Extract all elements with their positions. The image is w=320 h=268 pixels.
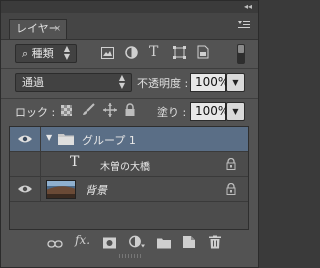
fill-dropdown-button[interactable]: ▼ [226,102,245,121]
opacity-dropdown-button[interactable]: ▼ [226,73,245,92]
eye-column-divider [40,177,41,202]
type-filter-icon[interactable]: T [149,44,158,60]
fill-field[interactable]: 100% [190,102,229,121]
opacity-label: 不透明度 : [137,77,189,90]
divider [1,68,258,69]
panel-titlebar: ◂◂ [1,1,258,13]
updown-icon: ▲ ▼ [118,73,125,90]
add-mask-icon[interactable] [103,235,116,251]
layer-style-fx-button[interactable]: fx. [75,233,90,249]
disclosure-triangle-icon[interactable]: ▼ [46,133,52,142]
blend-row: 通過 ▲ ▼ 不透明度 : 100% ▼ [1,73,258,95]
visibility-eye-icon[interactable] [18,134,32,144]
lock-image-pixels-icon[interactable] [81,103,95,117]
layer-name: グループ 1 [82,134,136,147]
search-icon: ⌕ [22,47,29,60]
lock-transparent-pixels-icon[interactable] [61,105,72,116]
blend-mode-value: 通過 [22,76,44,89]
new-layer-icon[interactable] [183,234,195,250]
filter-kind-select[interactable]: ⌕ 種類 ▲ ▼ [15,44,77,63]
updown-icon: ▲ ▼ [63,44,70,61]
new-group-icon[interactable] [157,235,171,251]
layers-panel: ◂◂ レイヤー × ⌕ 種類 ▲ ▼ T 通過 ▲ ▼ 不透明度: 100% … [0,0,259,268]
lock-position-icon[interactable] [103,103,117,117]
collapse-icon[interactable]: ◂◂ [244,1,252,13]
text-layer-icon: T [70,154,80,170]
lock-icon [226,183,236,195]
tab-bar: レイヤー × [1,13,258,40]
divider [1,98,258,99]
filter-row: ⌕ 種類 ▲ ▼ T [1,44,258,66]
layer-thumbnail [46,180,76,199]
folder-icon [58,134,74,145]
layers-list: ▼ グループ 1 T 木曽の大橋 背景 [9,126,249,230]
adjustment-layer-icon[interactable] [129,234,145,250]
lock-all-icon[interactable] [125,103,135,117]
opacity-field[interactable]: 100% [190,73,229,92]
trash-icon[interactable] [209,234,221,250]
blend-mode-select[interactable]: 通過 ▲ ▼ [15,73,132,92]
layer-name: 木曽の大橋 [100,162,150,173]
smart-object-filter-icon[interactable] [197,45,209,59]
link-layers-icon[interactable] [47,236,63,252]
visibility-eye-icon[interactable] [18,184,32,194]
layer-row-background[interactable]: 背景 [10,177,248,202]
fill-label: 塗り : [157,106,187,119]
filter-toggle[interactable] [237,44,245,64]
adjustment-filter-icon[interactable] [125,46,138,59]
tab-layers[interactable]: レイヤー × [9,19,67,39]
layer-row-text[interactable]: T 木曽の大橋 [10,152,248,177]
lock-label: ロック : [15,106,56,119]
filter-kind-label: 種類 [31,47,54,60]
close-icon[interactable]: × [53,20,61,38]
layer-name: 背景 [85,184,107,197]
panel-footer: fx. [1,233,258,267]
eye-column-divider [40,127,41,152]
shape-filter-icon[interactable] [173,46,186,59]
eye-column-divider [40,152,41,177]
panel-menu-icon[interactable] [238,20,250,30]
lock-icon [226,158,236,170]
layer-row-group[interactable]: ▼ グループ 1 [10,127,248,152]
resize-grip[interactable] [119,254,141,258]
lock-row: ロック : 塗り : 100% ▼ [1,101,258,123]
pixel-filter-icon[interactable] [101,47,114,59]
